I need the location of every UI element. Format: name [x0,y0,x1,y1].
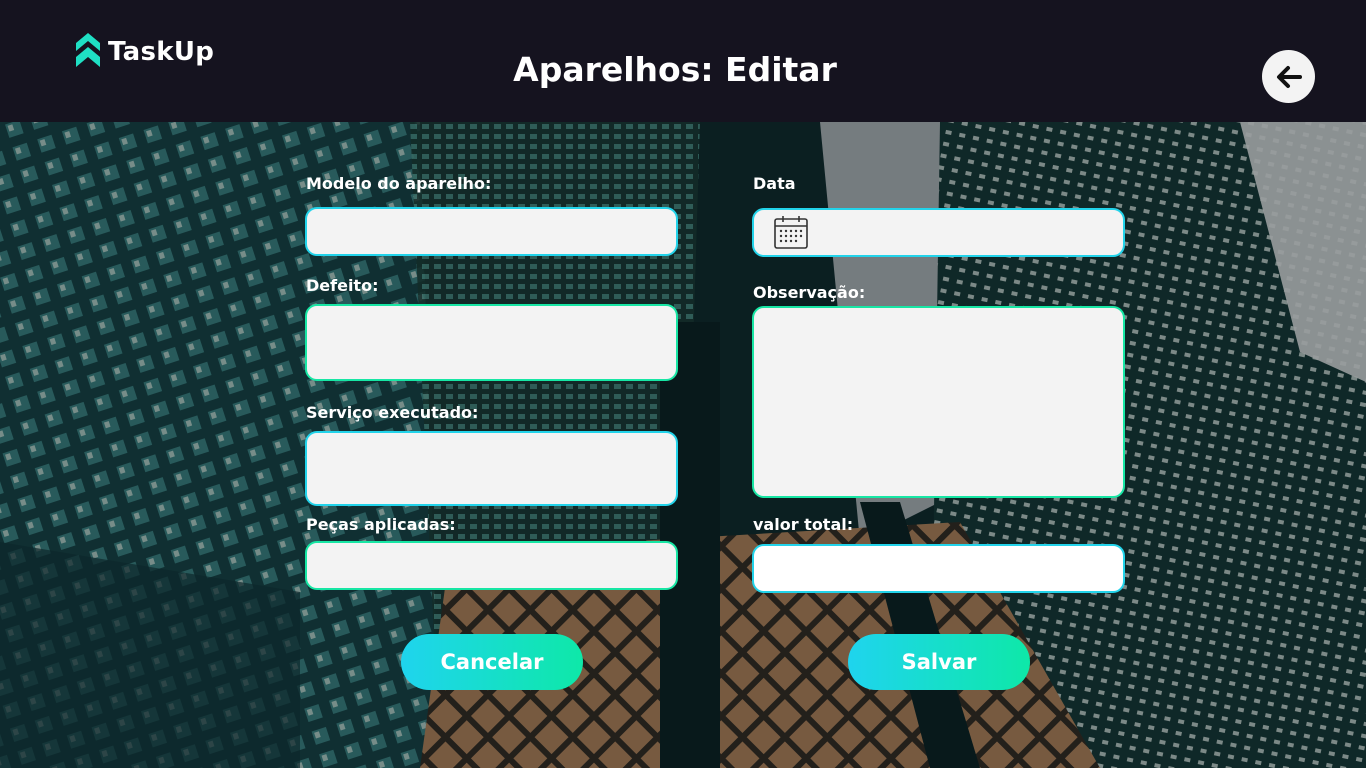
pecas-label: Peças aplicadas: [306,515,456,534]
valor-input[interactable] [752,544,1125,593]
servico-label: Serviço executado: [306,403,479,422]
observacao-input[interactable] [752,306,1125,498]
defeito-label: Defeito: [306,276,379,295]
servico-input[interactable] [305,431,678,506]
background-image [0,122,1366,768]
arrow-left-icon [1276,65,1302,88]
top-bar: TaskUp Aparelhos: Editar [0,0,1366,122]
data-label: Data [753,174,796,193]
defeito-input[interactable] [305,304,678,381]
pecas-input[interactable] [305,541,678,590]
modelo-label: Modelo do aparelho: [306,174,492,193]
save-button[interactable]: Salvar [848,634,1030,690]
valor-label: valor total: [753,515,854,534]
cancel-button[interactable]: Cancelar [401,634,583,690]
page-title: Aparelhos: Editar [513,50,837,89]
calendar-icon[interactable] [773,214,809,250]
back-button[interactable] [1262,50,1315,103]
modelo-input[interactable] [305,207,678,256]
observacao-label: Observação: [753,283,866,302]
